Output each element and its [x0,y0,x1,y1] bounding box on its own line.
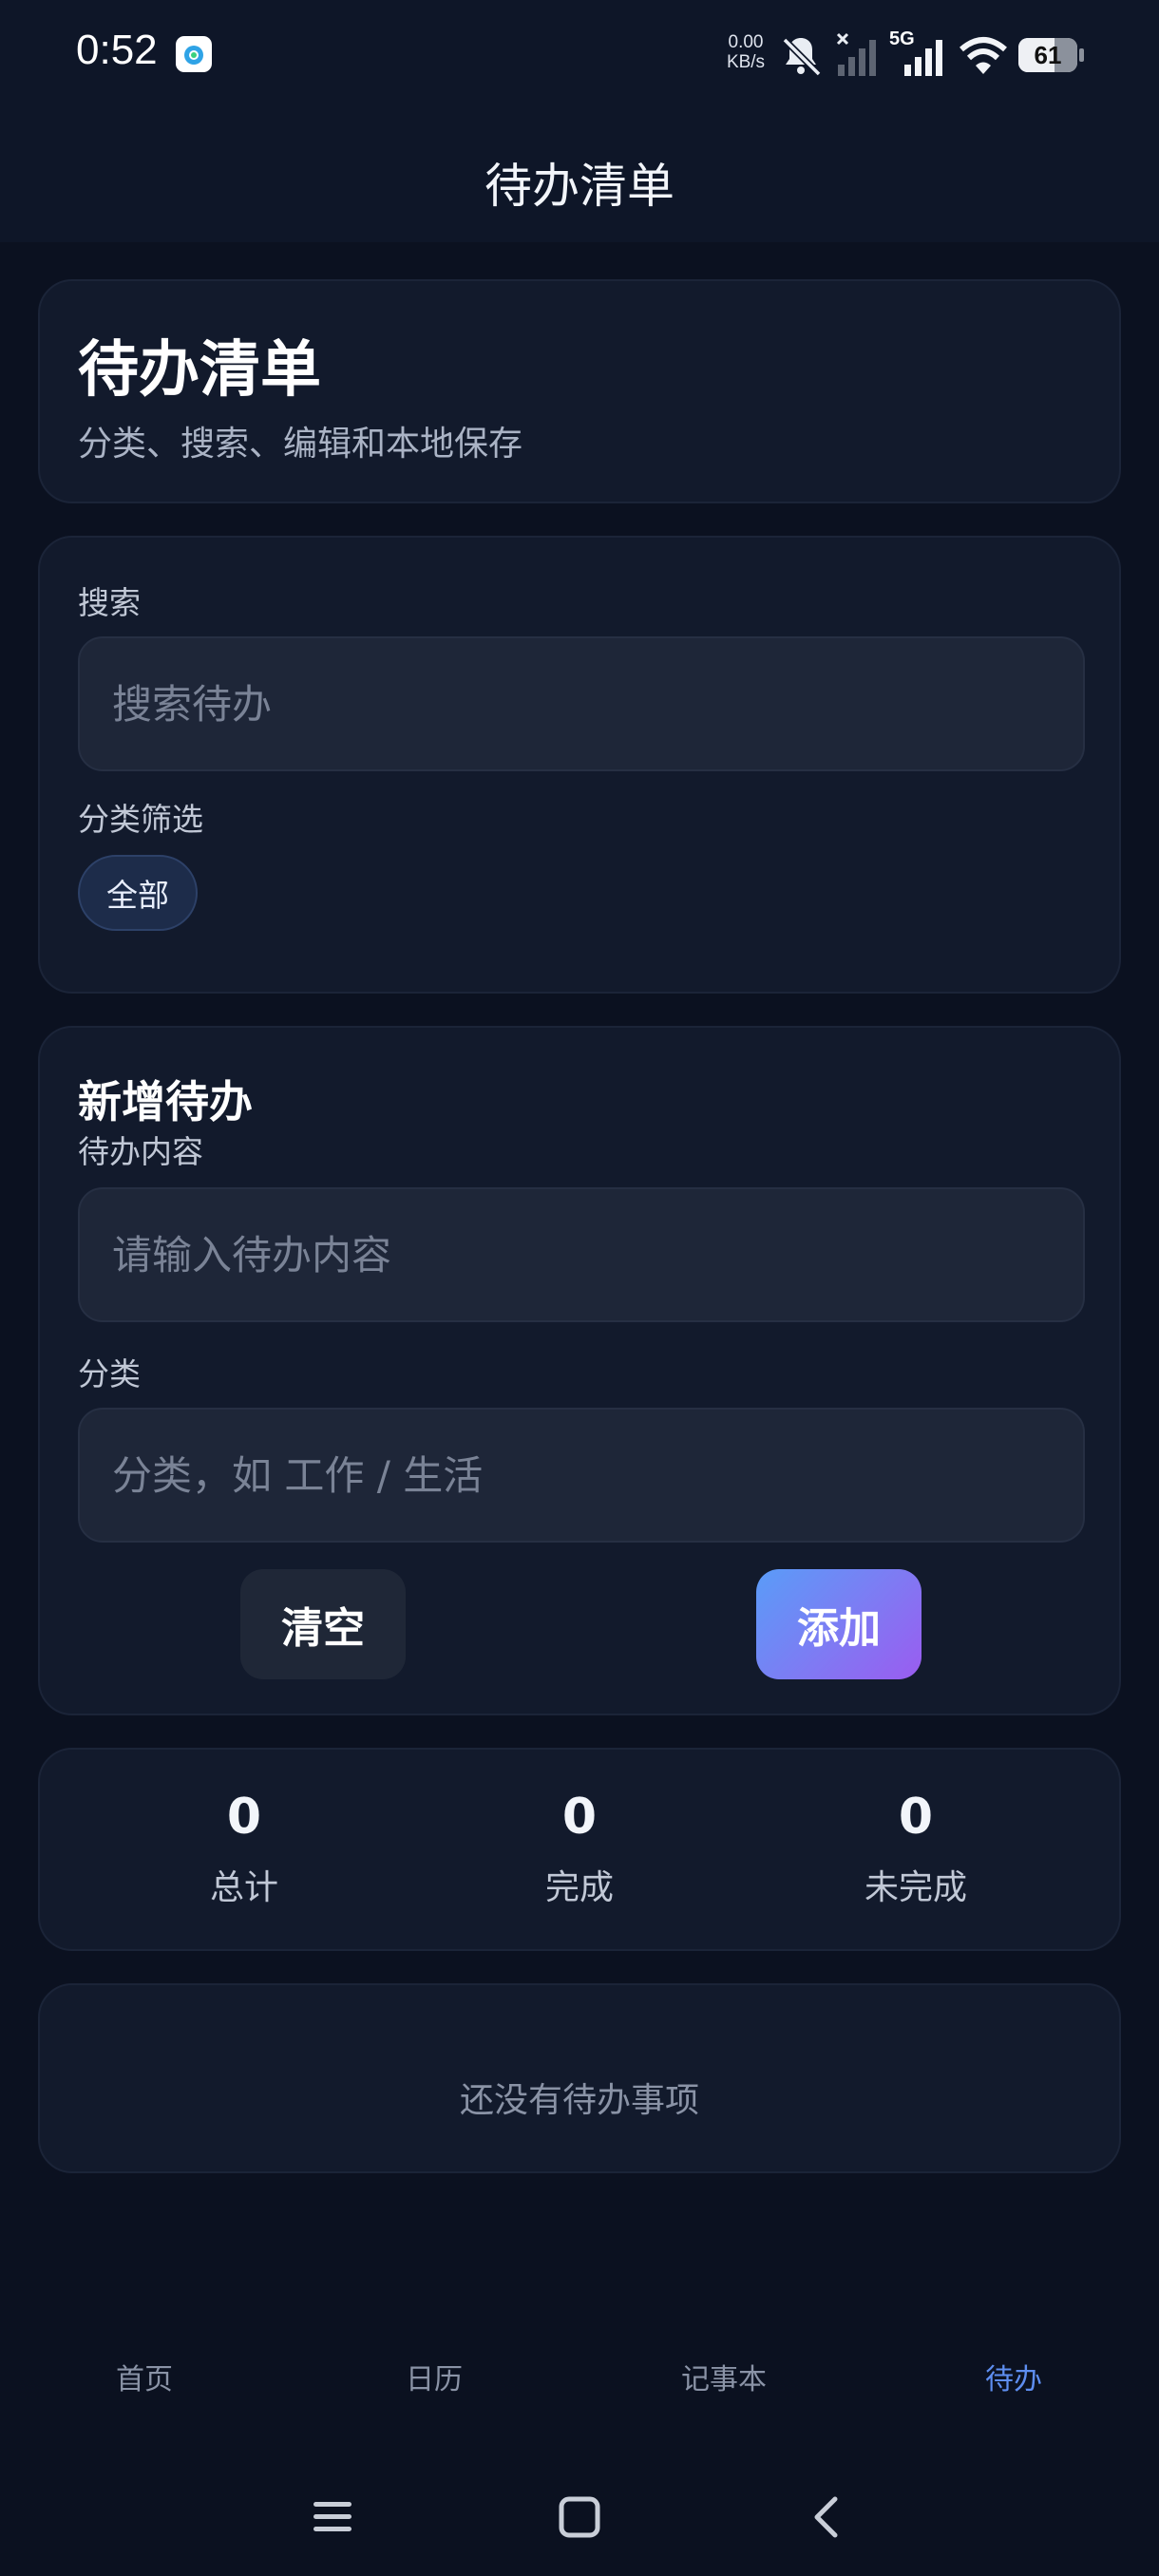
add-button[interactable]: 添加 [756,1569,922,1679]
status-time: 0:52 [76,27,158,73]
net-speed-value: 0.00 [728,32,764,52]
battery-icon: 61 [1018,38,1077,72]
stat-undone: 0 未完成 [773,1788,1058,1909]
stat-done-value: 0 [561,1789,598,1846]
hero-title: 待办清单 [78,335,321,406]
signal-none-icon [836,32,876,76]
stat-total-label: 总计 [209,1868,278,1907]
new-todo-card: 新增待办 待办内容 分类 清空 添加 [38,1026,1121,1715]
stat-total: 0 总计 [102,1788,387,1909]
todo-category-input[interactable] [78,1408,1085,1543]
back-icon[interactable] [788,2479,864,2555]
empty-state-card: 还没有待办事项 [38,1983,1121,2173]
system-navigation-bar [0,2451,1159,2576]
new-todo-title: 新增待办 [78,1076,253,1127]
todo-content-input[interactable] [78,1187,1085,1322]
clear-button[interactable]: 清空 [240,1569,406,1679]
empty-state-text: 还没有待办事项 [459,2081,699,2120]
battery-nub [1079,48,1084,62]
app-header: 待办清单 [0,114,1159,242]
app-notification-icon [176,36,212,72]
category-chip-all[interactable]: 全部 [78,855,198,931]
tab-calendar[interactable]: 日历 [339,2356,529,2397]
stat-undone-value: 0 [898,1789,934,1846]
hero-card: 待办清单 分类、搜索、编辑和本地保存 [38,279,1121,503]
search-input[interactable] [78,636,1085,771]
tab-home[interactable]: 首页 [49,2356,239,2397]
net-speed: 0.00 KB/s [722,32,770,72]
signal-5g-icon [904,40,942,76]
stats-card: 0 总计 0 完成 0 未完成 [38,1748,1121,1951]
search-label: 搜索 [78,584,141,621]
stat-done-label: 完成 [544,1868,614,1907]
bell-off-icon [782,37,822,77]
net-speed-unit: KB/s [726,52,766,72]
filter-card: 搜索 分类筛选 全部 [38,536,1121,994]
category-filter-label: 分类筛选 [78,801,203,838]
hero-subtitle: 分类、搜索、编辑和本地保存 [78,425,523,464]
tab-todo[interactable]: 待办 [919,2356,1109,2397]
stat-undone-label: 未完成 [864,1868,967,1907]
page-title: 待办清单 [484,159,674,214]
status-bar: 0:52 0.00 KB/s 5G 61 [0,0,1159,114]
wifi-icon [960,37,1007,74]
todo-category-label: 分类 [78,1355,141,1392]
bottom-tab-bar: 首页 日历 记事本 待办 [0,2318,1159,2432]
menu-icon[interactable] [294,2479,370,2555]
stat-total-value: 0 [226,1789,262,1846]
battery-level: 61 [1034,41,1062,69]
stat-done: 0 完成 [437,1788,722,1909]
tab-notepad[interactable]: 记事本 [629,2356,819,2397]
home-icon[interactable] [542,2479,618,2555]
todo-content-label: 待办内容 [78,1133,203,1170]
